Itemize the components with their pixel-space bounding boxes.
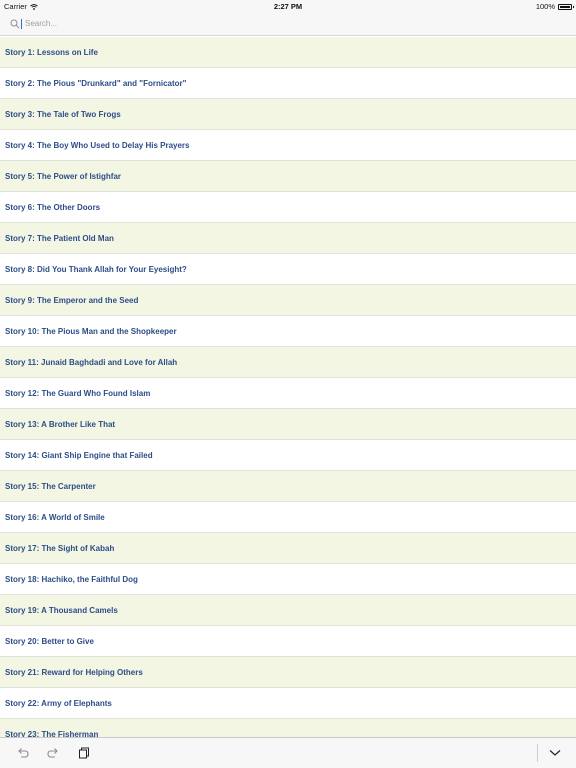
- story-row[interactable]: Story 13: A Brother Like That: [0, 409, 576, 440]
- story-title: Story 17: The Sight of Kabah: [5, 543, 115, 553]
- search-field[interactable]: [8, 16, 568, 31]
- story-title: Story 21: Reward for Helping Others: [5, 667, 143, 677]
- story-title: Story 1: Lessons on Life: [5, 47, 98, 57]
- undo-button[interactable]: [16, 746, 30, 760]
- story-row[interactable]: Story 10: The Pious Man and the Shopkeep…: [0, 316, 576, 347]
- toolbar-divider: [537, 744, 538, 762]
- story-title: Story 8: Did You Thank Allah for Your Ey…: [5, 264, 187, 274]
- battery-percent: 100%: [535, 2, 555, 11]
- redo-icon: [47, 748, 58, 758]
- story-title: Story 13: A Brother Like That: [5, 419, 116, 429]
- story-title: Story 16: A World of Smile: [5, 512, 105, 522]
- story-row[interactable]: Story 6: The Other Doors: [0, 192, 576, 223]
- story-row[interactable]: Story 20: Better to Give: [0, 626, 576, 657]
- story-title: Story 20: Better to Give: [5, 636, 94, 646]
- story-row[interactable]: Story 23: The Fisherman: [0, 719, 576, 737]
- story-row[interactable]: Story 12: The Guard Who Found Islam: [0, 378, 576, 409]
- story-title: Story 18: Hachiko, the Faithful Dog: [5, 574, 138, 584]
- story-list[interactable]: Story 1: Lessons on Life Story 2: The Pio…: [0, 37, 576, 737]
- story-row[interactable]: Story 17: The Sight of Kabah: [0, 533, 576, 564]
- search-bar: [0, 12, 576, 36]
- story-row[interactable]: Story 22: Army of Elephants: [0, 688, 576, 719]
- search-icon: [10, 19, 20, 28]
- paste-icon: [79, 747, 89, 759]
- story-title: Story 2: The Pious "Drunkard" and "Forni…: [5, 78, 187, 88]
- battery-info: 100%: [535, 2, 574, 11]
- story-row[interactable]: Story 14: Giant Ship Engine that Failed: [0, 440, 576, 471]
- redo-button[interactable]: [46, 746, 60, 760]
- story-title: Story 14: Giant Ship Engine that Failed: [5, 450, 153, 460]
- story-title: Story 5: The Power of Istighfar: [5, 171, 122, 181]
- story-title: Story 22: Army of Elephants: [5, 698, 112, 708]
- story-row[interactable]: Story 18: Hachiko, the Faithful Dog: [0, 564, 576, 595]
- battery-icon: [558, 3, 574, 10]
- chevron-down-icon: [549, 750, 561, 756]
- story-row[interactable]: Story 4: The Boy Who Used to Delay His P…: [0, 130, 576, 161]
- story-row[interactable]: Story 19: A Thousand Camels: [0, 595, 576, 626]
- story-row[interactable]: Story 2: The Pious "Drunkard" and "Forni…: [0, 68, 576, 99]
- story-row[interactable]: Story 21: Reward for Helping Others: [0, 657, 576, 688]
- dismiss-keyboard-button[interactable]: [548, 746, 562, 760]
- story-title: Story 4: The Boy Who Used to Delay His P…: [5, 140, 190, 150]
- story-row[interactable]: Story 11: Junaid Baghdadi and Love for A…: [0, 347, 576, 378]
- story-row[interactable]: Story 15: The Carpenter: [0, 471, 576, 502]
- search-input[interactable]: [25, 19, 525, 28]
- story-title: Story 23: The Fisherman: [5, 729, 99, 738]
- story-row[interactable]: Story 9: The Emperor and the Seed: [0, 285, 576, 316]
- clock: 2:27 PM: [273, 2, 303, 11]
- story-title: Story 7: The Patient Old Man: [5, 233, 114, 243]
- story-title: Story 6: The Other Doors: [5, 202, 101, 212]
- undo-icon: [18, 748, 29, 758]
- keyboard-shortcut-bar: [0, 737, 576, 768]
- story-row[interactable]: Story 3: The Tale of Two Frogs: [0, 99, 576, 130]
- story-title: Story 12: The Guard Who Found Islam: [5, 388, 151, 398]
- story-title: Story 15: The Carpenter: [5, 481, 96, 491]
- story-row[interactable]: Story 5: The Power of Istighfar: [0, 161, 576, 192]
- story-row[interactable]: Story 16: A World of Smile: [0, 502, 576, 533]
- story-title: Story 11: Junaid Baghdadi and Love for A…: [5, 357, 178, 367]
- paste-button[interactable]: [77, 746, 91, 760]
- story-title: Story 19: A Thousand Camels: [5, 605, 118, 615]
- text-caret: [21, 18, 22, 29]
- story-title: Story 3: The Tale of Two Frogs: [5, 109, 121, 119]
- status-bar: Carrier 2:27 PM 100%: [0, 0, 576, 12]
- story-row[interactable]: Story 1: Lessons on Life: [0, 37, 576, 68]
- story-row[interactable]: Story 8: Did You Thank Allah for Your Ey…: [0, 254, 576, 285]
- story-title: Story 10: The Pious Man and the Shopkeep…: [5, 326, 177, 336]
- story-row[interactable]: Story 7: The Patient Old Man: [0, 223, 576, 254]
- story-title: Story 9: The Emperor and the Seed: [5, 295, 139, 305]
